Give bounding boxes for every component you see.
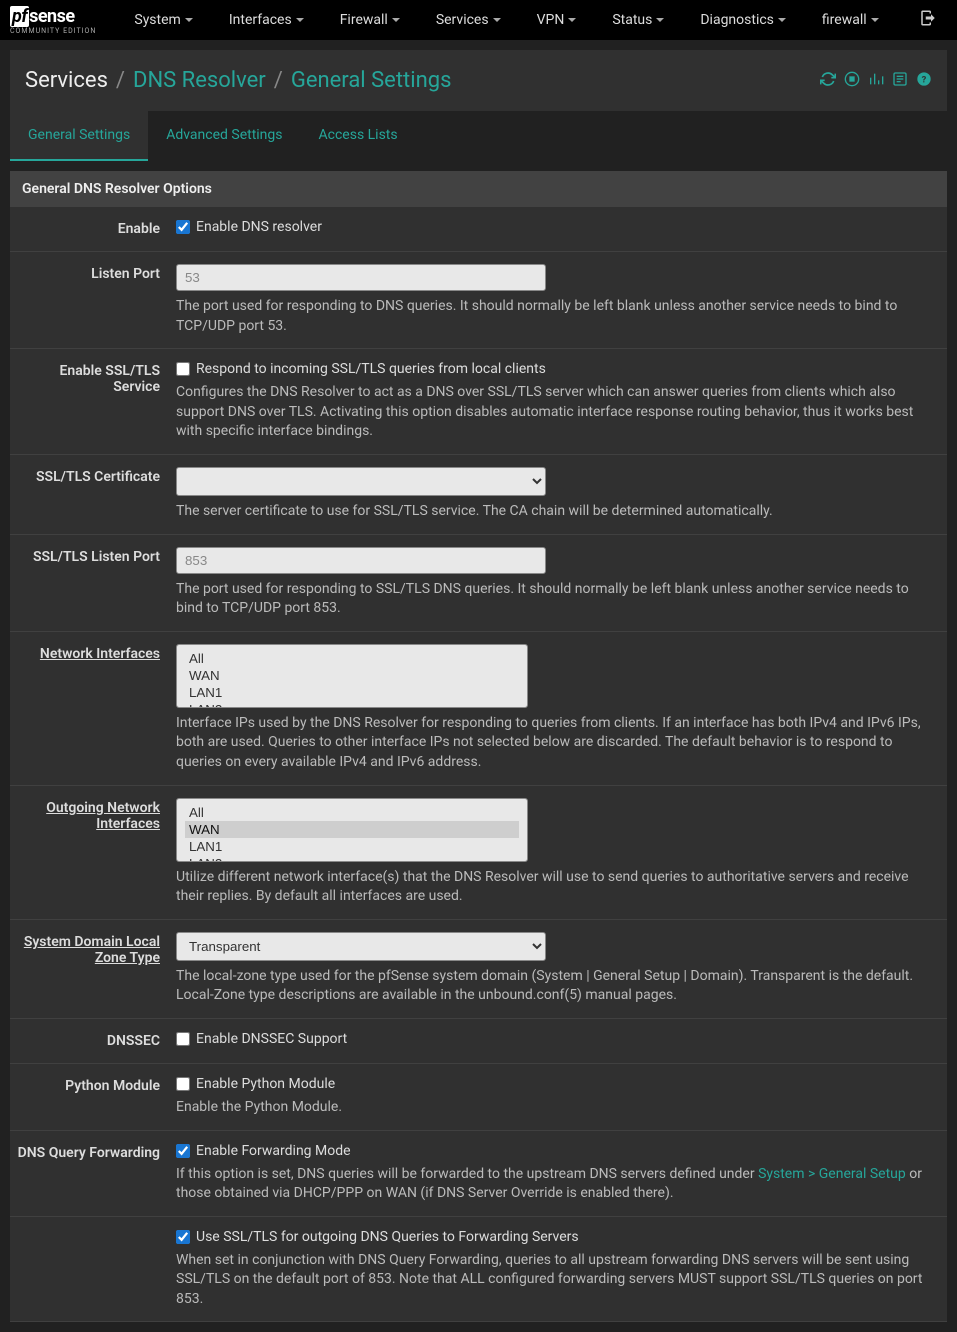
panel-general: General DNS Resolver Options Enable Enab… bbox=[10, 171, 947, 1322]
breadcrumb-sep: / bbox=[274, 68, 283, 93]
help-ssltls: Configures the DNS Resolver to act as a … bbox=[176, 383, 935, 442]
caret-icon bbox=[296, 18, 304, 22]
nav-system[interactable]: System bbox=[116, 2, 210, 38]
caret-icon bbox=[871, 18, 879, 22]
restart-icon[interactable] bbox=[820, 71, 836, 91]
label-ssltls: Enable SSL/TLS Service bbox=[10, 357, 172, 446]
help-cert: The server certificate to use for SSL/TL… bbox=[176, 502, 935, 522]
label-cert: SSL/TLS Certificate bbox=[10, 463, 172, 526]
logo[interactable]: pfsense COMMUNITY EDITION bbox=[10, 6, 96, 35]
help-listen-port: The port used for responding to DNS quer… bbox=[176, 297, 935, 336]
checkbox-enable[interactable]: Enable DNS resolver bbox=[176, 219, 935, 235]
nav-services[interactable]: Services bbox=[418, 2, 519, 38]
checkbox-forwarding[interactable]: Enable Forwarding Mode bbox=[176, 1143, 935, 1159]
zone-type-select[interactable]: Transparent bbox=[176, 932, 546, 961]
help-network-interfaces: Interface IPs used by the DNS Resolver f… bbox=[176, 714, 935, 773]
nav-diagnostics[interactable]: Diagnostics bbox=[682, 2, 804, 38]
checkbox-dnssec-input[interactable] bbox=[176, 1032, 190, 1046]
label-zone-type: System Domain Local Zone Type bbox=[10, 928, 172, 1010]
checkbox-ssltls-label: Respond to incoming SSL/TLS queries from… bbox=[196, 361, 546, 377]
help-forwarding: If this option is set, DNS queries will … bbox=[176, 1165, 935, 1204]
network-interfaces-select[interactable]: All WAN LAN1 LAN2 LAN3 bbox=[176, 644, 528, 708]
nav-firewall-custom[interactable]: firewall bbox=[804, 2, 897, 38]
cert-select[interactable] bbox=[176, 467, 546, 496]
breadcrumb-general-settings[interactable]: General Settings bbox=[291, 68, 452, 93]
ssl-port-input[interactable] bbox=[176, 547, 546, 574]
help-icon[interactable]: ? bbox=[916, 71, 932, 91]
caret-icon bbox=[185, 18, 193, 22]
label-fwd-ssl bbox=[10, 1225, 172, 1314]
help-ssl-port: The port used for responding to SSL/TLS … bbox=[176, 580, 935, 619]
breadcrumb-services[interactable]: Services bbox=[25, 68, 108, 93]
label-enable: Enable bbox=[10, 215, 172, 243]
checkbox-enable-input[interactable] bbox=[176, 220, 190, 234]
checkbox-dnssec[interactable]: Enable DNSSEC Support bbox=[176, 1031, 935, 1047]
caret-icon bbox=[493, 18, 501, 22]
nav-vpn[interactable]: VPN bbox=[519, 2, 595, 38]
tab-access-lists[interactable]: Access Lists bbox=[301, 111, 416, 161]
caret-icon bbox=[392, 18, 400, 22]
tabs: General Settings Advanced Settings Acces… bbox=[10, 111, 947, 161]
label-python: Python Module bbox=[10, 1072, 172, 1122]
label-outgoing-interfaces: Outgoing Network Interfaces bbox=[10, 794, 172, 911]
nav-items: System Interfaces Firewall Services VPN … bbox=[116, 2, 896, 38]
caret-icon bbox=[568, 18, 576, 22]
help-fwd-ssl: When set in conjunction with DNS Query F… bbox=[176, 1251, 935, 1310]
panel-title: General DNS Resolver Options bbox=[10, 171, 947, 207]
nav-interfaces[interactable]: Interfaces bbox=[211, 2, 322, 38]
checkbox-fwd-ssl[interactable]: Use SSL/TLS for outgoing DNS Queries to … bbox=[176, 1229, 935, 1245]
svg-text:?: ? bbox=[922, 74, 927, 85]
checkbox-enable-label: Enable DNS resolver bbox=[196, 219, 322, 235]
checkbox-fwd-ssl-label: Use SSL/TLS for outgoing DNS Queries to … bbox=[196, 1229, 579, 1245]
tab-advanced-settings[interactable]: Advanced Settings bbox=[148, 111, 300, 161]
logout-icon[interactable] bbox=[909, 1, 947, 42]
logo-prefix: pf bbox=[10, 6, 29, 27]
checkbox-ssltls-input[interactable] bbox=[176, 362, 190, 376]
label-ssl-port: SSL/TLS Listen Port bbox=[10, 543, 172, 623]
caret-icon bbox=[778, 18, 786, 22]
checkbox-python-label: Enable Python Module bbox=[196, 1076, 335, 1092]
caret-icon bbox=[656, 18, 664, 22]
breadcrumb-bar: Services / DNS Resolver / General Settin… bbox=[10, 50, 947, 111]
link-general-setup[interactable]: System > General Setup bbox=[758, 1166, 906, 1182]
checkbox-python-input[interactable] bbox=[176, 1077, 190, 1091]
breadcrumb-sep: / bbox=[116, 68, 125, 93]
label-listen-port: Listen Port bbox=[10, 260, 172, 340]
help-python: Enable the Python Module. bbox=[176, 1098, 935, 1118]
checkbox-dnssec-label: Enable DNSSEC Support bbox=[196, 1031, 347, 1047]
breadcrumb-dns-resolver[interactable]: DNS Resolver bbox=[133, 68, 266, 93]
listen-port-input[interactable] bbox=[176, 264, 546, 291]
label-dnssec: DNSSEC bbox=[10, 1027, 172, 1055]
checkbox-forwarding-input[interactable] bbox=[176, 1144, 190, 1158]
checkbox-forwarding-label: Enable Forwarding Mode bbox=[196, 1143, 351, 1159]
stop-icon[interactable] bbox=[844, 71, 860, 91]
logo-brand: sense bbox=[29, 6, 75, 27]
label-network-interfaces: Network Interfaces bbox=[10, 640, 172, 777]
label-forwarding: DNS Query Forwarding bbox=[10, 1139, 172, 1208]
nav-firewall[interactable]: Firewall bbox=[322, 2, 418, 38]
help-zone-type: The local-zone type used for the pfSense… bbox=[176, 967, 935, 1006]
checkbox-python[interactable]: Enable Python Module bbox=[176, 1076, 935, 1092]
logo-edition: COMMUNITY EDITION bbox=[10, 27, 96, 35]
checkbox-ssltls[interactable]: Respond to incoming SSL/TLS queries from… bbox=[176, 361, 935, 377]
outgoing-interfaces-select[interactable]: All WAN LAN1 LAN2 LAN3 bbox=[176, 798, 528, 862]
breadcrumb-icons: ? bbox=[820, 71, 932, 91]
breadcrumb: Services / DNS Resolver / General Settin… bbox=[25, 68, 451, 93]
help-outgoing-interfaces: Utilize different network interface(s) t… bbox=[176, 868, 935, 907]
status-icon[interactable] bbox=[892, 71, 908, 91]
checkbox-fwd-ssl-input[interactable] bbox=[176, 1230, 190, 1244]
nav-status[interactable]: Status bbox=[594, 2, 682, 38]
navbar: pfsense COMMUNITY EDITION System Interfa… bbox=[0, 0, 957, 40]
tab-general-settings[interactable]: General Settings bbox=[10, 111, 148, 161]
logs-icon[interactable] bbox=[868, 71, 884, 91]
